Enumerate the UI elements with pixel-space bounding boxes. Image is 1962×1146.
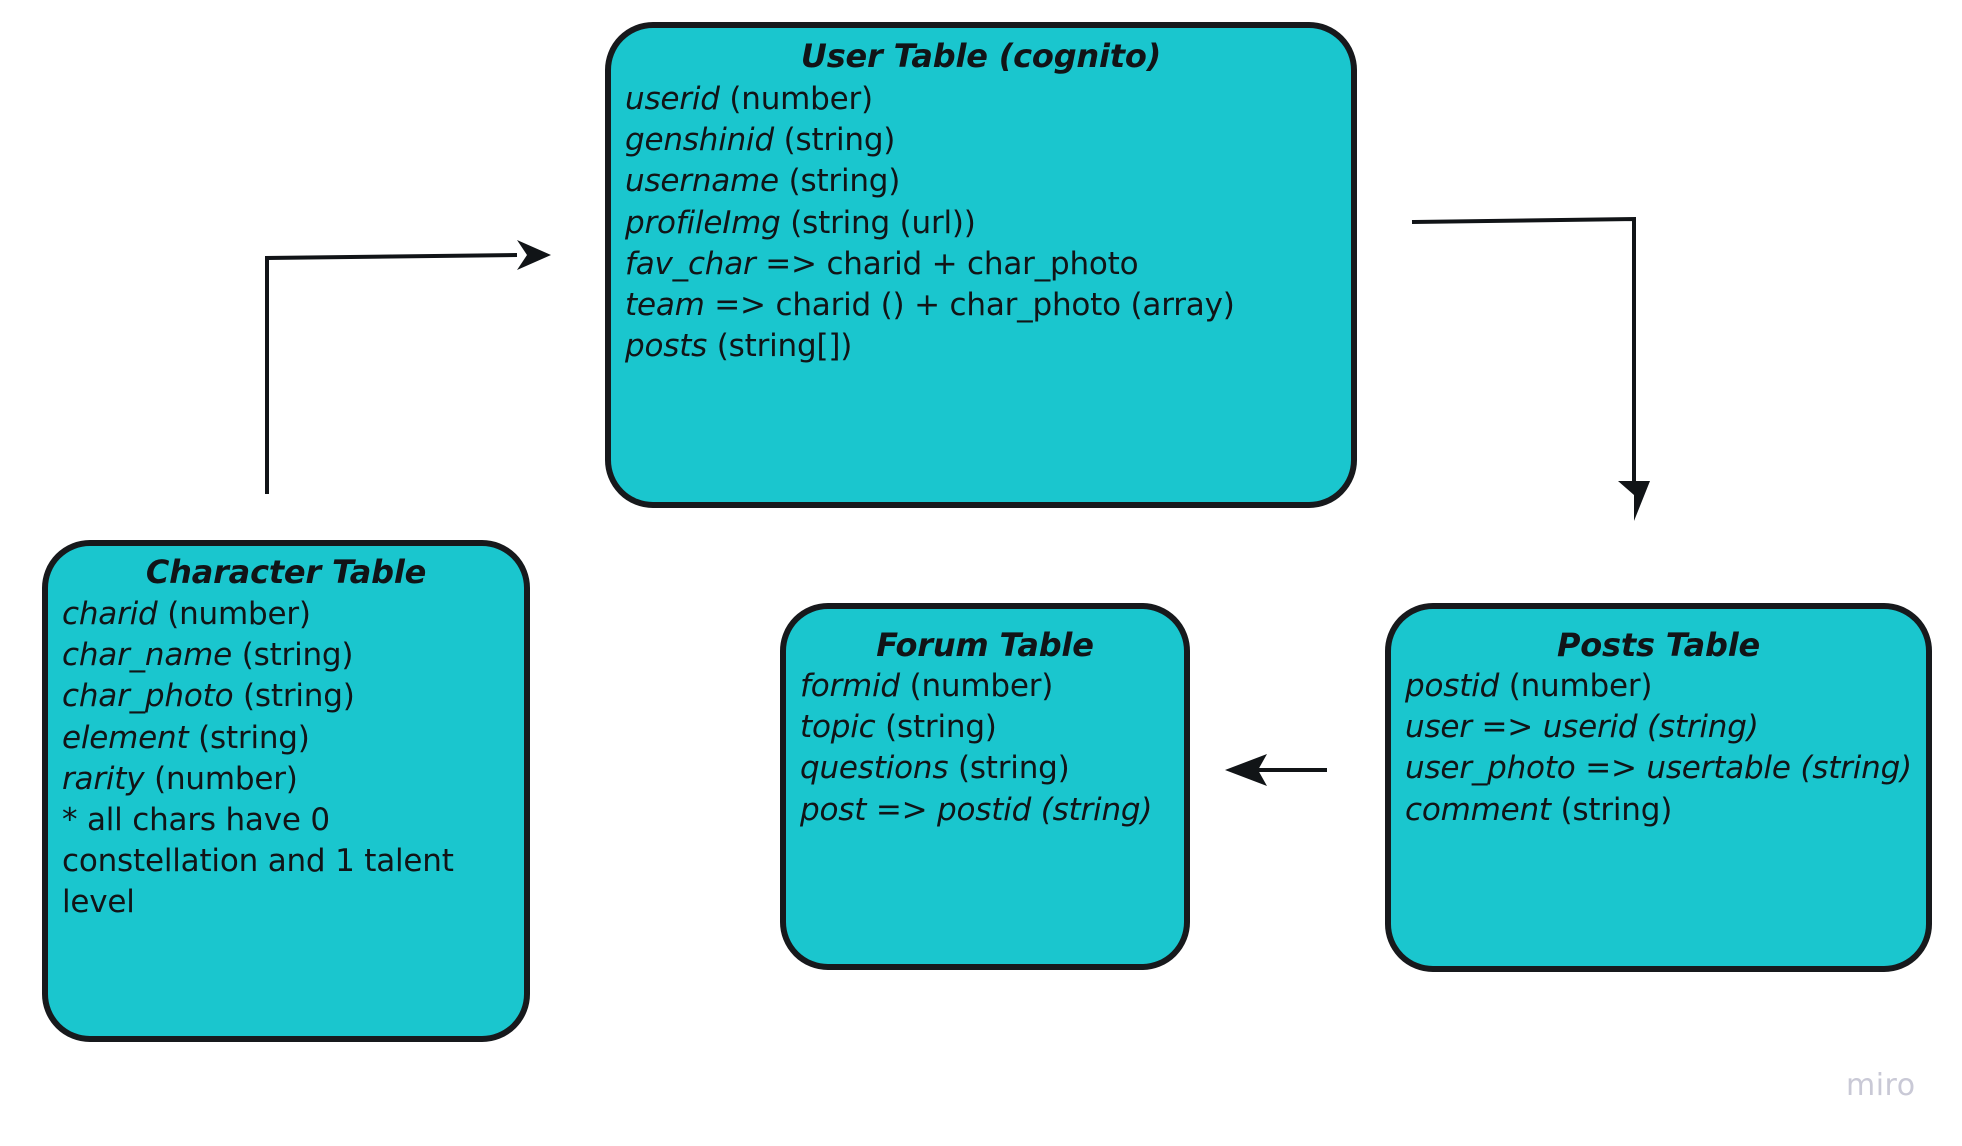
connector-character-to-user[interactable]: [255, 240, 555, 510]
field-type: (string): [1560, 791, 1673, 828]
field-name: comment: [1405, 791, 1551, 828]
field-row: posts (string[]): [625, 326, 1337, 367]
field-type: => userid (string): [1481, 709, 1759, 746]
connector-line: [265, 252, 518, 494]
field-name: element: [62, 719, 189, 756]
entity-box-character-table[interactable]: Character Table charid (number) char_nam…: [42, 540, 530, 1042]
field-row: rarity (number): [62, 759, 510, 800]
field-name: char_photo: [62, 678, 234, 715]
connector-posts-to-forum[interactable]: [1225, 745, 1345, 795]
field-row: element (string): [62, 718, 510, 759]
field-row: charid (number): [62, 594, 510, 635]
diagram-canvas: User Table (cognito) userid (number) gen…: [0, 0, 1962, 1146]
field-name: char_name: [62, 637, 233, 674]
field-name: user: [1405, 709, 1472, 746]
field-type: (string (url)): [790, 204, 976, 241]
arrowhead-icon: [1618, 481, 1650, 521]
field-type: (number): [909, 667, 1054, 704]
field-row: questions (string): [800, 748, 1170, 789]
field-row: fav_char => charid + char_photo: [625, 244, 1337, 285]
field-type: (number): [154, 760, 298, 797]
character-table-note: * all chars have 0 constellation and 1 t…: [62, 802, 454, 921]
field-name: questions: [800, 750, 949, 787]
field-row: team => charid () + char_photo (array): [625, 285, 1337, 326]
field-row: user_photo => usertable (string): [1405, 748, 1912, 789]
field-row: profileImg (string (url)): [625, 203, 1337, 244]
field-list-character-table: charid (number) char_name (string) char_…: [62, 594, 510, 924]
field-name: rarity: [62, 760, 145, 797]
field-row: topic (string): [800, 707, 1170, 748]
field-name: team: [625, 287, 705, 324]
connector-line: [1411, 216, 1636, 487]
field-name: formid: [800, 667, 900, 704]
entity-title-posts-table: Posts Table: [1557, 626, 1760, 664]
field-name: profileImg: [625, 204, 781, 241]
field-name: postid: [1405, 667, 1500, 704]
entity-box-forum-table[interactable]: Forum Table formid (number) topic (strin…: [780, 603, 1190, 970]
field-type: (number): [1508, 667, 1653, 704]
field-type: (string[]): [716, 328, 853, 365]
field-name: userid: [625, 80, 720, 117]
field-type: (string): [788, 163, 901, 200]
field-row: username (string): [625, 161, 1337, 202]
field-row: postid (number): [1405, 666, 1912, 707]
field-row: post => postid (string): [800, 790, 1170, 831]
field-type: (number): [729, 80, 873, 117]
field-type: => charid () + char_photo (array): [714, 287, 1235, 324]
field-type: (string): [243, 678, 355, 715]
field-type: (string): [241, 637, 354, 674]
field-name: fav_char: [625, 245, 756, 282]
field-type: (string): [957, 750, 1070, 787]
field-name: posts: [625, 328, 708, 365]
field-name: user_photo: [1405, 750, 1576, 787]
field-list-user-table: userid (number) genshinid (string) usern…: [625, 79, 1337, 368]
connector-user-to-posts[interactable]: [1400, 205, 1660, 535]
field-name: post: [800, 791, 867, 828]
field-row: user => userid (string): [1405, 707, 1912, 748]
field-list-forum-table: formid (number) topic (string) questions…: [800, 666, 1170, 831]
field-name: topic: [800, 709, 876, 746]
field-name: charid: [62, 595, 158, 632]
field-type: (string): [885, 709, 997, 746]
miro-watermark: miro: [1846, 1068, 1916, 1103]
field-row: char_name (string): [62, 635, 510, 676]
field-type: (number): [167, 595, 311, 632]
field-row: formid (number): [800, 666, 1170, 707]
entity-title-character-table: Character Table: [145, 553, 427, 591]
arrowhead-icon: [517, 240, 551, 270]
entity-title-user-table: User Table (cognito): [800, 37, 1162, 75]
field-type: => charid + char_photo: [765, 245, 1139, 282]
entity-box-user-table[interactable]: User Table (cognito) userid (number) gen…: [605, 22, 1357, 508]
field-type: (string): [198, 719, 310, 756]
field-list-posts-table: postid (number) user => userid (string) …: [1405, 666, 1912, 831]
arrowhead-icon: [1225, 754, 1267, 786]
field-row: comment (string): [1405, 790, 1912, 831]
field-row: userid (number): [625, 79, 1337, 120]
field-row: genshinid (string): [625, 120, 1337, 161]
field-type: => usertable (string): [1585, 750, 1912, 787]
field-name: genshinid: [625, 122, 774, 159]
field-row: char_photo (string): [62, 676, 510, 717]
field-name: username: [625, 163, 779, 200]
entity-title-forum-table: Forum Table: [876, 626, 1094, 664]
field-type: (string): [783, 122, 896, 159]
field-type: => postid (string): [875, 791, 1153, 828]
entity-box-posts-table[interactable]: Posts Table postid (number) user => user…: [1385, 603, 1932, 972]
